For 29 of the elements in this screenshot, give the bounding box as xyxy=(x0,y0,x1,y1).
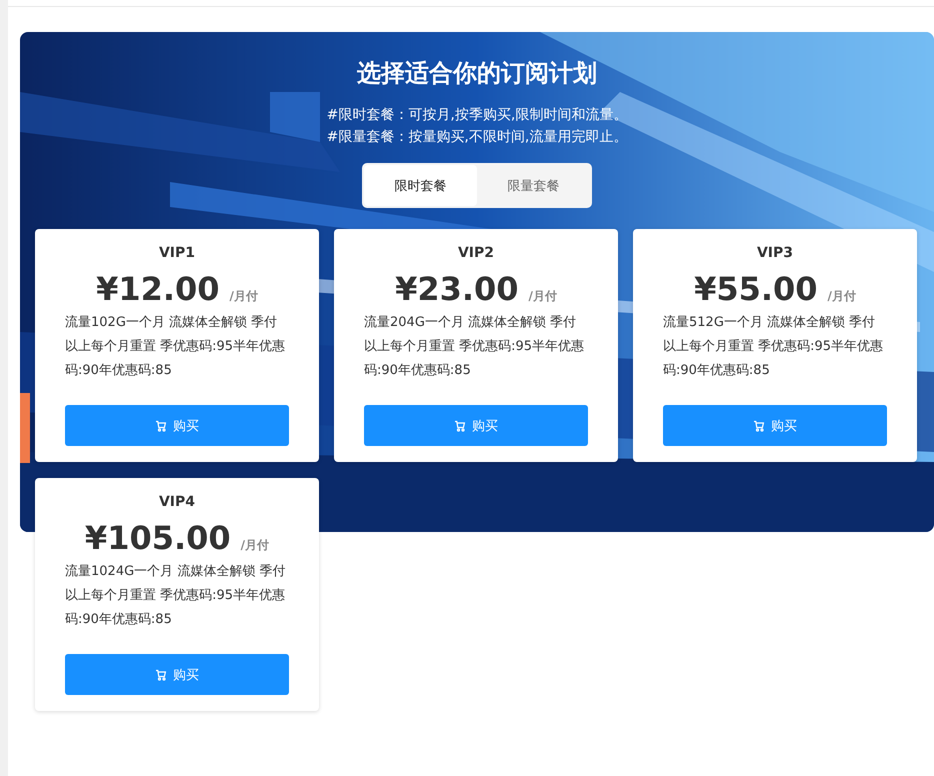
buy-button[interactable]: 购买 xyxy=(663,405,887,446)
page-title: 选择适合你的订阅计划 xyxy=(357,58,597,88)
plan-note: #限量套餐：按量购买,不限时间,流量用完即止。 xyxy=(326,128,628,147)
price-period: /月付 xyxy=(828,288,856,305)
buy-button[interactable]: 购买 xyxy=(65,405,289,446)
plan-price: ¥105.00 xyxy=(84,518,231,558)
plan-name: VIP1 xyxy=(158,245,196,261)
tab[interactable]: 限时套餐 xyxy=(364,165,477,206)
cart-icon xyxy=(454,420,466,432)
cart-icon xyxy=(753,420,765,432)
buy-button[interactable]: 购买 xyxy=(65,654,289,695)
plan-price: ¥23.00 xyxy=(395,269,519,309)
plan-name: VIP2 xyxy=(458,245,494,261)
price-period: /月付 xyxy=(230,288,258,305)
plan-price: ¥12.00 xyxy=(96,269,220,309)
tab[interactable]: 限量套餐 xyxy=(477,165,590,206)
plan-description: 流量1024G一个月 流媒体全解锁 季付以上每个月重置 季优惠码:95半年优惠码:90年优惠码:85 xyxy=(65,563,286,629)
plan-name: VIP4 xyxy=(158,494,196,510)
plan-description: 流量102G一个月 流媒体全解锁 季付以上每个月重置 季优惠码:95半年优惠码:90年优惠码:85 xyxy=(65,314,286,380)
plan-name: VIP3 xyxy=(756,245,794,261)
plan-price: ¥55.00 xyxy=(694,269,818,309)
cart-icon xyxy=(155,420,167,432)
plan-note: #限时套餐：可按月,按季购买,限制时间和流量。 xyxy=(326,106,628,125)
price-period: /月付 xyxy=(240,537,270,554)
buy-button[interactable]: 购买 xyxy=(364,405,588,446)
cart-icon xyxy=(155,668,167,680)
plan-description: 流量204G一个月 流媒体全解锁 季付以上每个月重置 季优惠码:95半年优惠码:90年优惠码:85 xyxy=(364,314,586,380)
plan-description: 流量512G一个月 流媒体全解锁 季付以上每个月重置 季优惠码:95半年优惠码:90年优惠码:85 xyxy=(663,314,884,380)
price-period: /月付 xyxy=(528,288,557,305)
